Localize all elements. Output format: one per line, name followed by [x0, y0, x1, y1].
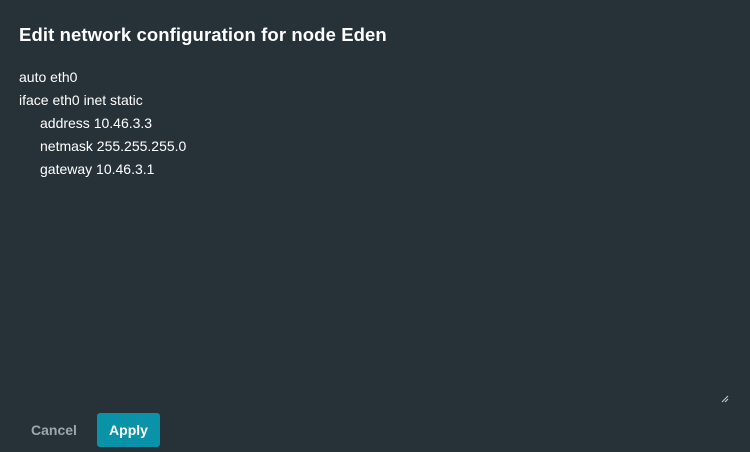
- apply-button[interactable]: Apply: [97, 413, 160, 447]
- dialog-title: Edit network configuration for node Eden: [19, 24, 387, 45]
- resize-grip-icon[interactable]: [719, 390, 729, 403]
- network-config-textarea[interactable]: auto eth0 iface eth0 inet static address…: [19, 66, 730, 400]
- config-line: address 10.46.3.3: [40, 115, 153, 131]
- cancel-button[interactable]: Cancel: [20, 413, 88, 447]
- config-line: netmask 255.255.255.0: [40, 138, 187, 154]
- config-line: iface eth0 inet static: [19, 92, 143, 108]
- config-line: auto eth0: [19, 69, 78, 85]
- edit-network-config-dialog: Edit network configuration for node Eden…: [0, 0, 750, 452]
- config-line: gateway 10.46.3.1: [40, 161, 155, 177]
